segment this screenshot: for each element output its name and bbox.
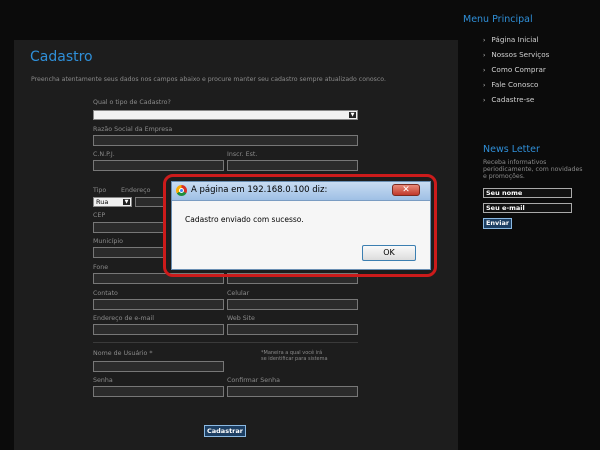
menu-item-label: Como Comprar bbox=[491, 65, 546, 74]
chevron-down-icon: ▼ bbox=[349, 112, 356, 118]
form-intro: Preencha atentamente seus dados nos camp… bbox=[31, 76, 386, 83]
menu-item-cadastre-se[interactable]: › Cadastre-se bbox=[483, 95, 534, 104]
label-tipo: Tipo bbox=[93, 187, 107, 194]
menu-title: Menu Principal bbox=[463, 14, 533, 25]
menu-item-pagina-inicial[interactable]: › Página Inicial bbox=[483, 35, 539, 44]
inscr-est-input[interactable] bbox=[227, 160, 358, 171]
cadastrar-button[interactable]: Cadastrar bbox=[204, 425, 246, 437]
close-icon[interactable]: ✕ bbox=[392, 184, 420, 196]
senha-input[interactable] bbox=[93, 386, 224, 397]
label-contato: Contato bbox=[93, 290, 118, 297]
email-input[interactable] bbox=[93, 324, 224, 335]
label-tipo-cadastro: Qual o tipo de Cadastro? bbox=[93, 99, 171, 106]
menu-item-label: Cadastre-se bbox=[491, 95, 535, 104]
label-usuario: Nome de Usuário * bbox=[93, 350, 153, 357]
page: Cadastro Preencha atentamente seus dados… bbox=[0, 0, 600, 450]
newsletter-name-input[interactable]: Seu nome bbox=[483, 188, 572, 198]
razao-social-input[interactable] bbox=[93, 135, 358, 146]
newsletter-description: Receba informativos periodicamente, com … bbox=[483, 159, 583, 180]
confirmar-senha-input[interactable] bbox=[227, 386, 358, 397]
dialog-message: Cadastro enviado com sucesso. bbox=[185, 215, 304, 224]
dialog-title: A página em 192.168.0.100 diz: bbox=[191, 185, 328, 195]
menu-item-label: Fale Conosco bbox=[491, 80, 539, 89]
label-email: Endereço de e-mail bbox=[93, 315, 154, 322]
label-municipio: Município bbox=[93, 238, 123, 245]
tipo-select-value: Rua bbox=[96, 198, 109, 206]
dialog-titlebar: A página em 192.168.0.100 diz: ✕ bbox=[172, 182, 430, 201]
label-razao-social: Razão Social da Empresa bbox=[93, 126, 173, 133]
usuario-note: *Maneira a qual você irá se identificar … bbox=[261, 350, 328, 362]
newsletter-title: News Letter bbox=[483, 144, 540, 155]
label-senha: Senha bbox=[93, 377, 113, 384]
enviar-button[interactable]: Enviar bbox=[483, 218, 512, 229]
ok-button[interactable]: OK bbox=[362, 245, 416, 261]
contato-input[interactable] bbox=[93, 299, 224, 310]
usuario-note-line-2: se identificar para sistema bbox=[261, 356, 328, 362]
label-website: Web Site bbox=[227, 315, 255, 322]
label-fone: Fone bbox=[93, 264, 109, 271]
municipio-input[interactable] bbox=[93, 247, 165, 258]
label-confirmar-senha: Confirmar Senha bbox=[227, 377, 280, 384]
tipo-select[interactable]: Rua ▼ bbox=[93, 197, 132, 207]
menu-item-nossos-servicos[interactable]: › Nossos Serviços bbox=[483, 50, 549, 59]
menu-item-fale-conosco[interactable]: › Fale Conosco bbox=[483, 80, 538, 89]
celular-input[interactable] bbox=[227, 299, 358, 310]
tipo-cadastro-select[interactable]: ▼ bbox=[93, 110, 358, 120]
cep-input[interactable] bbox=[93, 222, 165, 233]
label-endereco: Endereço bbox=[121, 187, 151, 194]
label-cnpj: C.N.P.J. bbox=[93, 151, 115, 158]
bullet-icon: › bbox=[483, 67, 486, 74]
chrome-icon bbox=[176, 185, 187, 196]
page-title: Cadastro bbox=[30, 49, 93, 65]
cnpj-input[interactable] bbox=[93, 160, 224, 171]
usuario-input[interactable] bbox=[93, 361, 224, 372]
label-cep: CEP bbox=[93, 212, 106, 219]
newsletter-email-input[interactable]: Seu e-mail bbox=[483, 203, 572, 213]
website-input[interactable] bbox=[227, 324, 358, 335]
menu-item-como-comprar[interactable]: › Como Comprar bbox=[483, 65, 546, 74]
bullet-icon: › bbox=[483, 97, 486, 104]
menu-item-label: Nossos Serviços bbox=[491, 50, 550, 59]
bullet-icon: › bbox=[483, 82, 486, 89]
label-celular: Celular bbox=[227, 290, 250, 297]
chevron-down-icon: ▼ bbox=[123, 199, 130, 205]
label-inscr-est: Inscr. Est. bbox=[227, 151, 258, 158]
menu-item-label: Página Inicial bbox=[491, 35, 539, 44]
alert-dialog: A página em 192.168.0.100 diz: ✕ Cadastr… bbox=[171, 181, 431, 270]
bullet-icon: › bbox=[483, 52, 486, 59]
endereco-input[interactable] bbox=[135, 197, 165, 207]
bullet-icon: › bbox=[483, 37, 486, 44]
form-divider bbox=[93, 342, 358, 343]
